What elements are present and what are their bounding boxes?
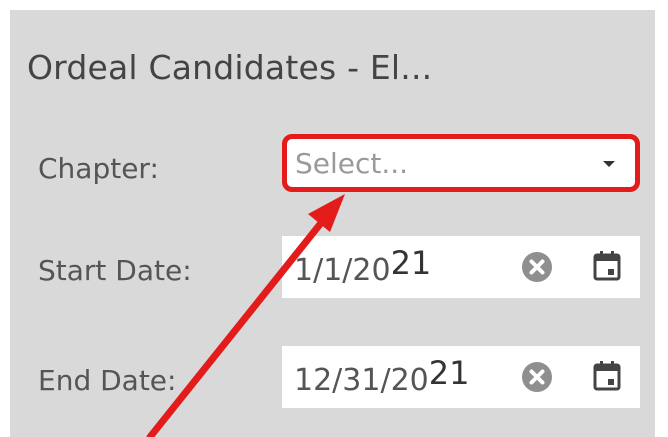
chapter-select-placeholder: Select...	[295, 147, 409, 180]
clear-icon[interactable]	[522, 362, 552, 392]
end-date-label: End Date:	[38, 364, 177, 397]
chapter-label: Chapter:	[38, 152, 159, 185]
end-date-input[interactable]: 12/31/2021	[282, 346, 640, 408]
start-date-value-main: 1/1/20	[294, 253, 391, 288]
start-date-input[interactable]: 1/1/2021	[282, 236, 640, 298]
calendar-icon[interactable]	[592, 360, 622, 392]
panel-title: Ordeal Candidates - El...	[27, 48, 433, 87]
calendar-glyph	[593, 361, 621, 391]
start-date-value: 1/1/2021	[294, 244, 431, 288]
clear-x-glyph	[529, 259, 545, 275]
chevron-down-icon[interactable]	[603, 161, 615, 167]
start-date-label: Start Date:	[38, 254, 192, 287]
chapter-select[interactable]: Select...	[282, 134, 640, 192]
calendar-glyph	[593, 251, 621, 281]
screenshot-stage: Ordeal Candidates - El... Chapter: Start…	[0, 0, 668, 437]
end-date-value: 12/31/2021	[294, 354, 469, 398]
clear-icon[interactable]	[522, 252, 552, 282]
end-date-value-main: 12/31/20	[294, 363, 429, 398]
start-date-value-tail: 21	[390, 244, 432, 282]
clear-x-glyph	[529, 369, 545, 385]
end-date-value-tail: 21	[428, 354, 470, 392]
calendar-icon[interactable]	[592, 250, 622, 282]
